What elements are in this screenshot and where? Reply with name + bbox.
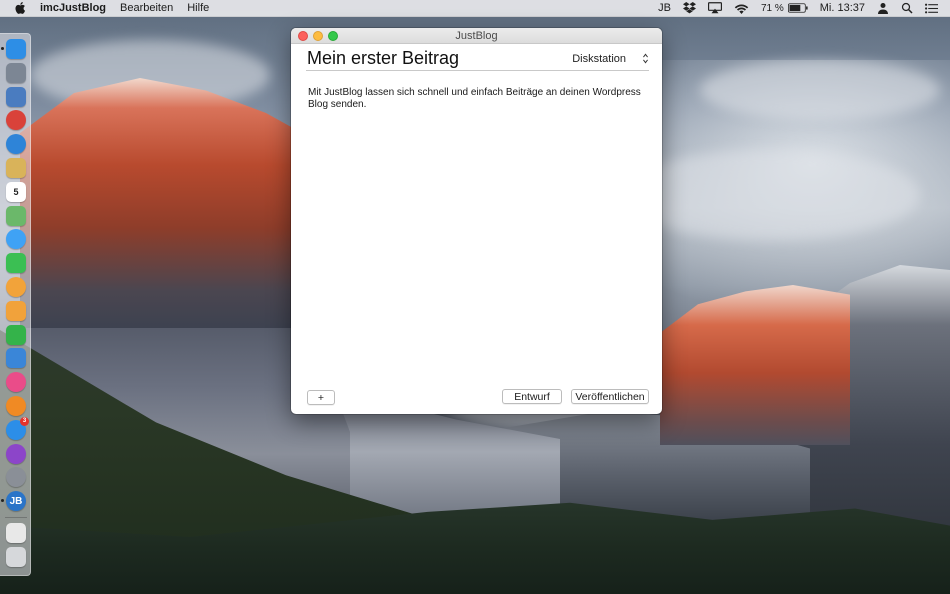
dock-separator [5, 517, 27, 518]
apple-menu-icon[interactable] [14, 1, 28, 15]
dock-trash-icon[interactable] [6, 547, 26, 567]
dropbox-icon[interactable] [682, 2, 696, 14]
window-title: JustBlog [455, 30, 498, 42]
dock-safari-icon[interactable] [6, 134, 26, 155]
dock-badge: 3 [20, 416, 29, 426]
dock-chrome-icon[interactable] [6, 110, 26, 131]
blog-selector[interactable]: Diskstation [572, 53, 649, 65]
draft-button[interactable]: Entwurf [502, 389, 562, 404]
post-body-editor[interactable]: Mit JustBlog lassen sich schnell und ein… [308, 87, 650, 111]
dock-notes-icon[interactable] [6, 158, 26, 178]
menu-bearbeiten[interactable]: Bearbeiten [120, 2, 173, 14]
dock-downloads-stack-icon[interactable] [6, 523, 26, 543]
dock-itunes-icon[interactable] [6, 372, 26, 393]
airplay-icon[interactable] [707, 2, 722, 14]
window-zoom-button[interactable] [328, 31, 338, 41]
dock-running-indicator [1, 47, 4, 50]
user-initials-menu[interactable]: JB [658, 2, 671, 14]
dock-pages-icon[interactable] [6, 300, 26, 321]
notification-center-icon[interactable] [925, 3, 938, 14]
dock-running-indicator [1, 499, 4, 503]
publish-button[interactable]: Veröffentlichen [571, 389, 649, 404]
battery-percent[interactable]: 71 % [761, 3, 784, 14]
dock-maps-icon[interactable] [6, 205, 26, 226]
dock-system-preferences-icon[interactable] [6, 467, 26, 488]
menu-bar: imcJustBlog Bearbeiten Hilfe JB 71 % Mi.… [0, 0, 950, 17]
dock-launchpad-icon[interactable] [6, 62, 26, 83]
dock-calendar-icon[interactable]: 5 [6, 181, 26, 202]
dock-icon-label: JB [9, 495, 23, 507]
user-account-icon[interactable] [877, 2, 889, 14]
dock-keynote-icon[interactable] [6, 348, 26, 369]
dock-facetime-icon[interactable] [6, 253, 26, 274]
up-down-chevron-icon [643, 53, 648, 64]
dock: 5 3 JB [0, 33, 31, 576]
dock-podcasts-icon[interactable] [6, 443, 26, 464]
wifi-icon[interactable] [734, 3, 749, 14]
window-titlebar[interactable]: JustBlog [291, 28, 662, 44]
dock-ibooks-icon[interactable] [6, 396, 26, 416]
window-minimize-button[interactable] [313, 31, 323, 41]
dock-preview-icon[interactable] [6, 86, 26, 107]
dock-app-store-icon[interactable]: 3 [6, 416, 29, 440]
justblog-window: JustBlog Mein erster Beitrag Diskstation… [291, 28, 662, 414]
window-close-button[interactable] [298, 31, 308, 41]
dock-messages-icon[interactable] [6, 229, 26, 250]
add-button[interactable]: + [307, 390, 335, 405]
dock-justblog-icon[interactable]: JB [6, 491, 26, 512]
clock[interactable]: Mi. 13:37 [820, 2, 865, 14]
menu-hilfe[interactable]: Hilfe [187, 2, 209, 14]
dock-icon-label: 5 [13, 186, 19, 197]
spotlight-search-icon[interactable] [901, 2, 913, 14]
dock-photos-icon[interactable] [6, 277, 26, 297]
post-title-field[interactable]: Mein erster Beitrag [306, 48, 459, 69]
dock-finder-icon[interactable] [6, 39, 26, 59]
battery-icon[interactable] [787, 3, 808, 13]
blog-selector-value: Diskstation [572, 52, 626, 65]
post-header: Mein erster Beitrag Diskstation [306, 47, 649, 71]
menu-app-name[interactable]: imcJustBlog [40, 2, 106, 14]
dock-numbers-icon[interactable] [6, 324, 26, 345]
